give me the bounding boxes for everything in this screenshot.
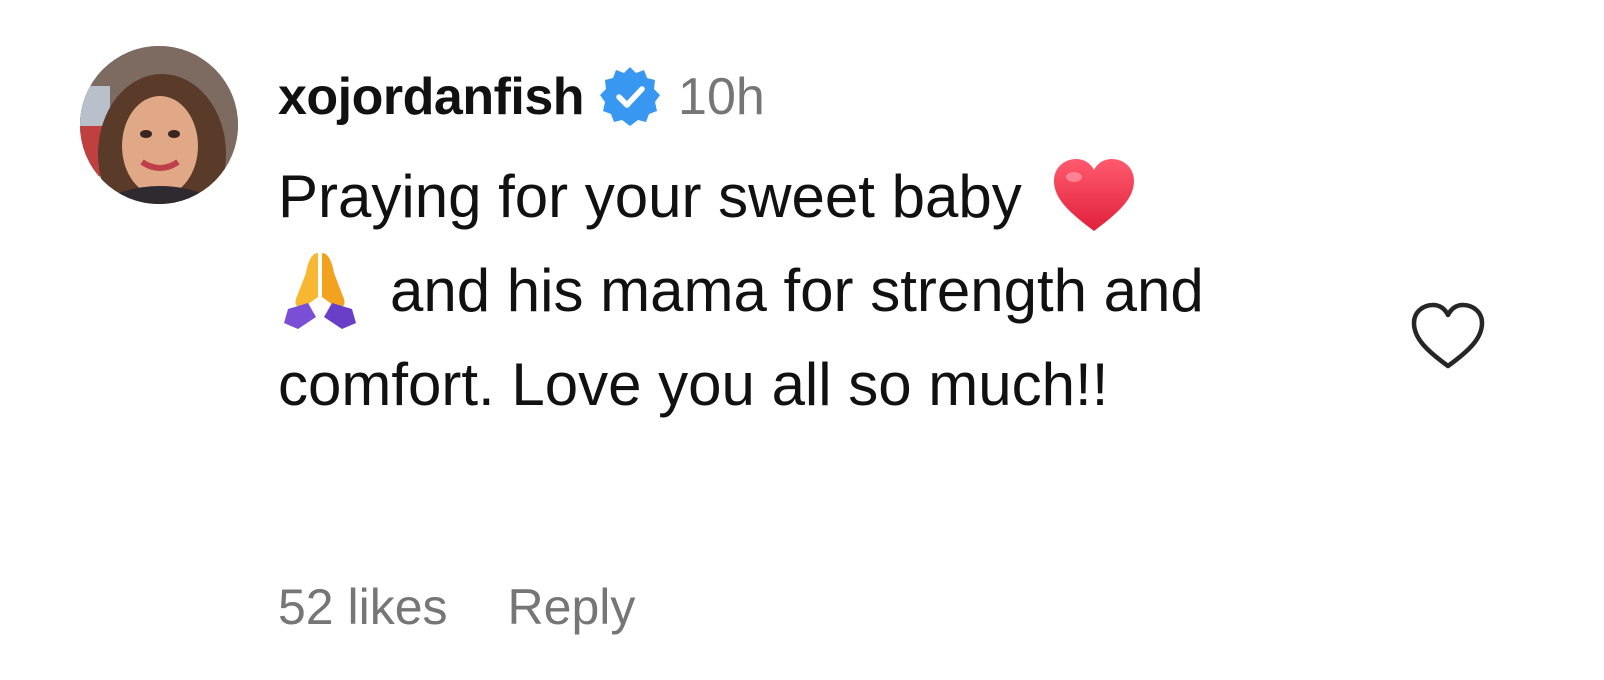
folded-hands-emoji bbox=[278, 247, 362, 331]
comment-text-part1: Praying for your sweet baby bbox=[278, 163, 1022, 230]
red-heart-emoji bbox=[1052, 157, 1136, 233]
timestamp[interactable]: 10h bbox=[678, 67, 765, 127]
comment-footer: 52 likes Reply bbox=[278, 578, 635, 636]
heart-outline-icon[interactable] bbox=[1408, 300, 1488, 372]
likes-count[interactable]: 52 likes bbox=[278, 578, 448, 636]
comment-header: xojordanfish 10h bbox=[278, 62, 765, 132]
username-link[interactable]: xojordanfish bbox=[278, 67, 585, 127]
avatar-photo bbox=[80, 46, 238, 204]
reply-button[interactable]: Reply bbox=[508, 578, 636, 636]
comment: xojordanfish 10h Praying for your sweet … bbox=[0, 0, 1604, 680]
comment-text-part2: and his mama for strength and comfort. L… bbox=[278, 257, 1204, 418]
comment-text: Praying for your sweet baby and his mama… bbox=[278, 150, 1388, 432]
verified-badge-icon bbox=[598, 65, 662, 129]
avatar[interactable] bbox=[80, 46, 238, 204]
